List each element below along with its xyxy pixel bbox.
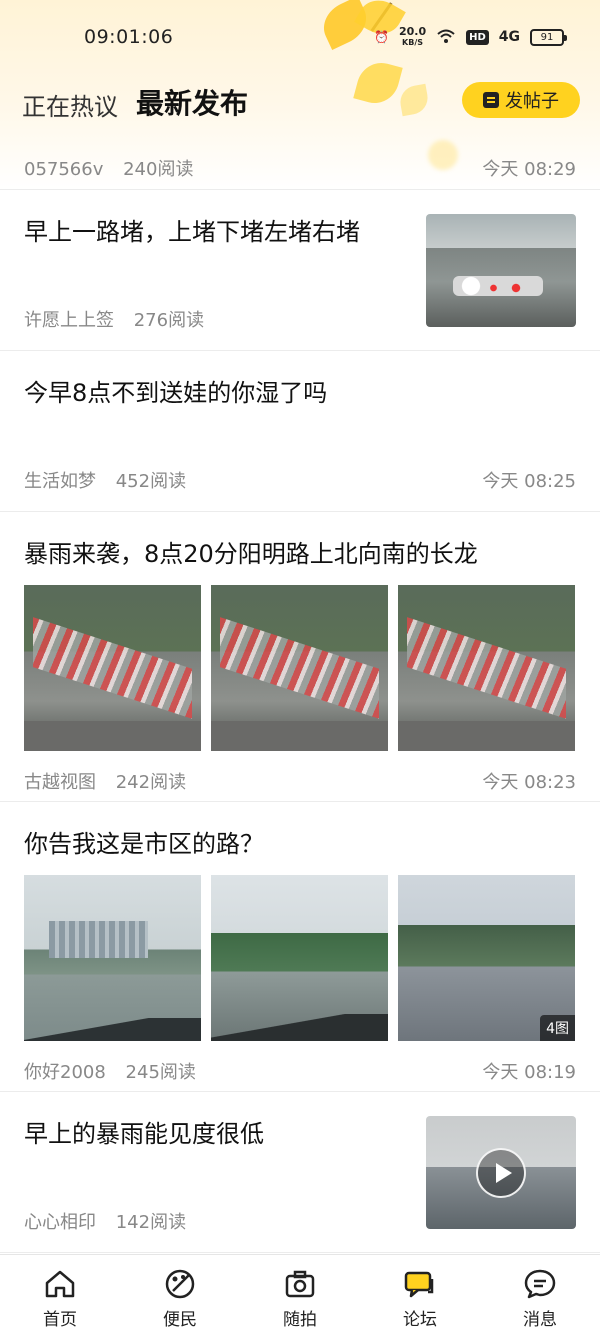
message-icon (524, 1269, 556, 1299)
post-image: 3图 (398, 585, 575, 751)
chat-bubbles-icon (404, 1271, 434, 1298)
home-icon (45, 1270, 75, 1298)
post-time: 今天 08:29 (482, 158, 576, 180)
network-speed: 20.0 KB/S (398, 25, 427, 47)
post-time: 今天 08:25 (482, 471, 576, 492)
post-image: 4图 (398, 875, 575, 1041)
image-count-badge: 3图 (540, 725, 575, 751)
battery-icon: 91 (530, 28, 567, 46)
list-item[interactable]: 今早8点不到送娃的你湿了吗 生活如梦 452阅读 今天 08:25 (0, 351, 600, 512)
post-author: 古越视图 (24, 772, 96, 793)
post-author: 你好2008 (24, 1062, 106, 1083)
tab-latest-label: 最新发布 (136, 87, 249, 120)
post-title: 今早8点不到送娃的你湿了吗 (24, 379, 328, 407)
post-image (211, 585, 388, 751)
post-image (24, 875, 201, 1041)
post-image (211, 875, 388, 1041)
post-author: 心心相印 (24, 1212, 96, 1233)
post-thumbnail (426, 214, 576, 327)
tab-latest[interactable]: 最新发布 (136, 82, 249, 122)
status-bar: 09:01:06 ⏰ 20.0 KB/S HD 4G 91 (0, 22, 600, 56)
ginkgo-leaf-decoration (397, 83, 431, 117)
post-author: 生活如梦 (24, 471, 96, 492)
post-reads: 242阅读 (115, 772, 187, 793)
post-image (24, 585, 201, 751)
post-time: 今天 08:23 (482, 772, 576, 793)
list-item[interactable]: 你告我这是市区的路？ 4图 你好2008 245阅读 今天 08:19 (0, 802, 600, 1092)
post-title: 早上一路堵，上堵下堵左堵右堵 (24, 218, 360, 246)
post-feed: 057566v 240阅读 今天 08:29 早上一路堵，上堵下堵左堵右堵 许愿… (0, 138, 600, 1253)
nav-messages-label: 消息 (523, 1310, 557, 1330)
list-item-partial[interactable]: 057566v 240阅读 今天 08:29 (0, 138, 600, 190)
post-image-grid: 3图 (24, 585, 576, 751)
tab-trending[interactable]: 正在热议 (22, 87, 118, 122)
play-icon[interactable] (476, 1147, 526, 1198)
feed-tabs: 正在热议 最新发布 (22, 82, 249, 122)
nav-services[interactable]: 便民 (140, 1267, 220, 1330)
hd-badge: HD (466, 29, 489, 45)
list-item[interactable]: 早上的暴雨能见度很低 心心相印 142阅读 (0, 1092, 600, 1253)
new-post-label: 发帖子 (505, 91, 559, 112)
edit-icon (483, 92, 499, 108)
post-image-grid: 4图 (24, 875, 576, 1041)
nav-home-label: 首页 (43, 1310, 77, 1330)
new-post-button[interactable]: 发帖子 (462, 82, 580, 118)
list-item[interactable]: 暴雨来袭，8点20分阳明路上北向南的长龙 3图 古越视图 242阅读 今天 08… (0, 512, 600, 802)
post-title: 早上的暴雨能见度很低 (24, 1120, 264, 1148)
bottom-nav: 首页 便民 随拍 论坛 消息 (0, 1254, 600, 1340)
post-author: 057566v (24, 158, 104, 180)
status-icons: ⏰ 20.0 KB/S HD 4G 91 (374, 25, 567, 48)
post-reads: 245阅读 (125, 1062, 196, 1083)
palette-icon (165, 1269, 195, 1299)
status-time: 09:01:06 (84, 26, 174, 48)
post-reads: 142阅读 (115, 1212, 187, 1233)
nav-messages[interactable]: 消息 (500, 1267, 580, 1330)
nav-home[interactable]: 首页 (20, 1267, 100, 1330)
post-time: 今天 08:19 (482, 1062, 576, 1083)
ginkgo-leaf-decoration (353, 57, 403, 109)
list-item[interactable]: 早上一路堵，上堵下堵左堵右堵 许愿上上签 276阅读 (0, 190, 600, 351)
nav-snapshot[interactable]: 随拍 (260, 1267, 340, 1330)
post-title: 暴雨来袭，8点20分阳明路上北向南的长龙 (24, 540, 478, 568)
post-reads: 276阅读 (133, 310, 205, 331)
nav-snapshot-label: 随拍 (283, 1310, 317, 1330)
alarm-icon: ⏰ (374, 30, 389, 44)
nav-forum[interactable]: 论坛 (380, 1267, 460, 1330)
image-count-badge: 4图 (540, 1015, 575, 1041)
post-reads: 240阅读 (123, 158, 194, 180)
post-author: 许愿上上签 (24, 310, 114, 331)
nav-forum-label: 论坛 (403, 1310, 437, 1330)
camera-icon (285, 1270, 315, 1298)
cellular-signal-icon: 4G (498, 29, 520, 45)
nav-services-label: 便民 (163, 1310, 197, 1330)
post-video-thumbnail (426, 1116, 576, 1229)
post-title: 你告我这是市区的路？ (24, 830, 264, 858)
wifi-icon (436, 28, 456, 47)
post-reads: 452阅读 (115, 471, 187, 492)
